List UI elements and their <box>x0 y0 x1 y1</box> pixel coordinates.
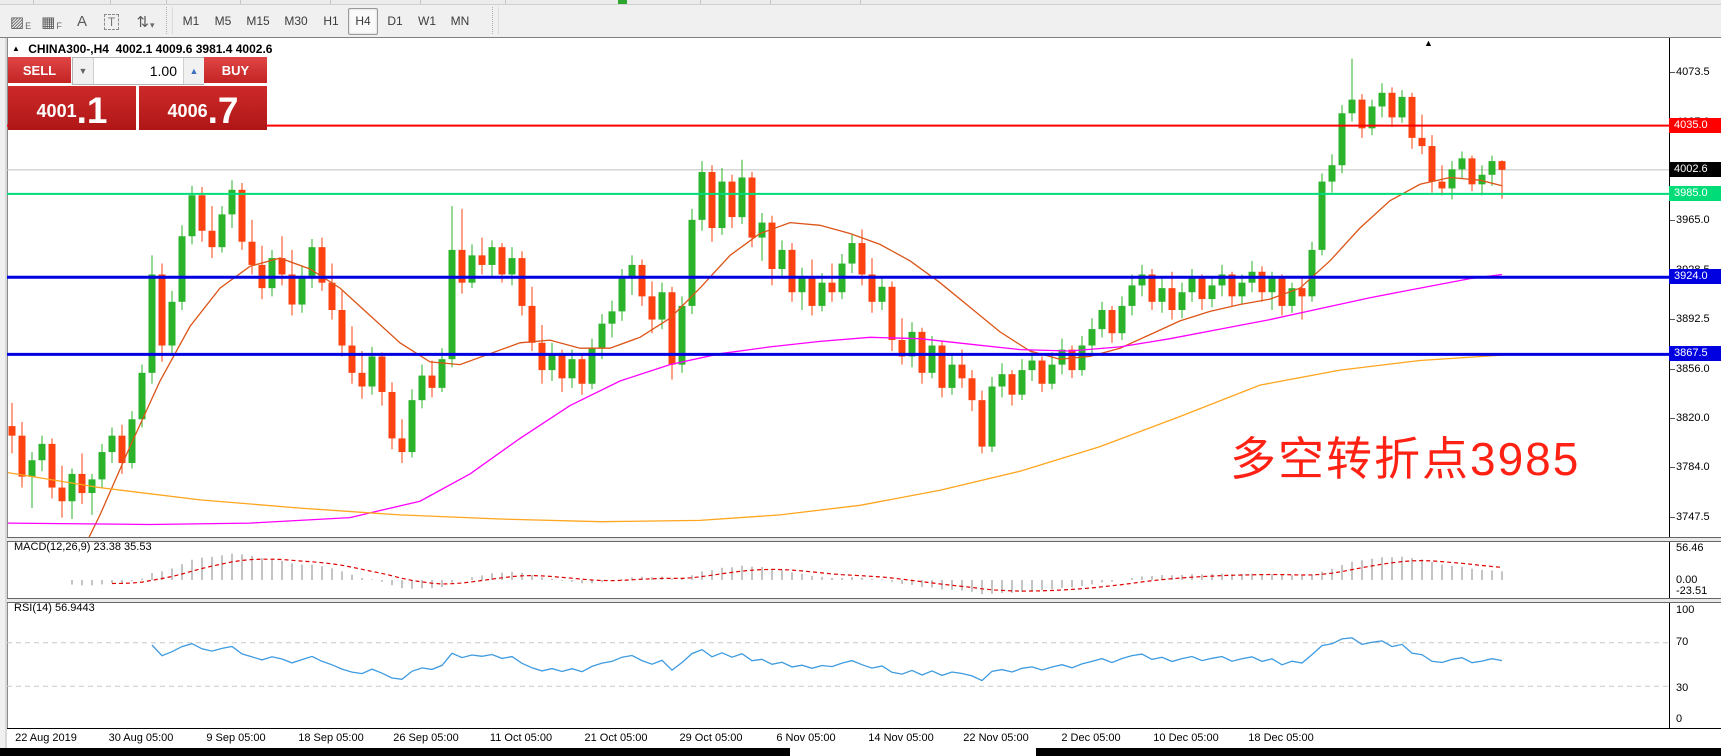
bid-price-panel[interactable]: 4001 .1 <box>8 86 136 130</box>
date-label: 11 Oct 05:00 <box>466 732 576 744</box>
symbol-header: ▲ CHINA300-,H4 4002.1 4009.6 3981.4 4002… <box>12 42 272 56</box>
ask-price-main: 4006 <box>168 96 208 130</box>
text-label-icon[interactable]: A <box>69 8 95 35</box>
bid-price-main: 4001 <box>37 96 77 130</box>
date-label: 9 Sep 05:00 <box>181 732 291 744</box>
timeframe-button-mn[interactable]: MN <box>444 8 476 35</box>
macd-label: MACD(12,26,9) 23.38 35.53 <box>14 541 152 553</box>
grid-icon[interactable]: ▦F <box>37 8 66 35</box>
timeframe-button-h1[interactable]: H1 <box>316 8 346 35</box>
date-label: 6 Nov 05:00 <box>751 732 861 744</box>
symbol-ohlc-values: 4002.1 4009.6 3981.4 4002.6 <box>116 42 273 56</box>
panel-separator-rsi[interactable] <box>7 598 1721 603</box>
indicators-glyph: ▨ <box>10 13 24 31</box>
indicator-scale-70: 70 <box>1676 636 1688 648</box>
timeframe-button-d1[interactable]: D1 <box>380 8 410 35</box>
symbol-name: CHINA300-,H4 <box>28 42 109 56</box>
volume-increase-button[interactable]: ▲ <box>183 58 204 84</box>
timeframe-button-w1[interactable]: W1 <box>412 8 442 35</box>
chart-canvas[interactable] <box>7 38 1669 728</box>
price-badge-3985.0: 3985.0 <box>1669 186 1721 201</box>
indicator-scale-56.46: 56.46 <box>1676 542 1704 554</box>
date-label: 21 Oct 05:00 <box>561 732 671 744</box>
indicators-icon[interactable]: ▨E <box>6 8 35 35</box>
toolbar-separator <box>492 7 499 34</box>
price-tick-3784.0: 3784.0 <box>1676 461 1710 473</box>
collapse-arrow-icon[interactable]: ▲ <box>12 44 20 53</box>
ask-price-panel[interactable]: 4006 .7 <box>139 86 267 130</box>
grid-glyph: ▦ <box>41 13 55 31</box>
price-scale-border <box>1669 38 1670 748</box>
price-tick-3856.0: 3856.0 <box>1676 363 1710 375</box>
chart-shift-marker-icon[interactable]: ▲ <box>1424 38 1433 48</box>
date-label: 29 Oct 05:00 <box>656 732 766 744</box>
price-tick-4073.5: 4073.5 <box>1676 66 1710 78</box>
price-badge-3867.5: 3867.5 <box>1669 346 1721 361</box>
sell-button[interactable]: SELL <box>8 57 71 85</box>
date-label: 10 Dec 05:00 <box>1131 732 1241 744</box>
chart-annotation-text: 多空转折点3985 <box>1230 423 1580 489</box>
date-label: 14 Nov 05:00 <box>846 732 956 744</box>
price-tick-3747.5: 3747.5 <box>1676 511 1710 523</box>
date-label: 26 Sep 05:00 <box>371 732 481 744</box>
indicator-scale-0: 0 <box>1676 713 1682 725</box>
volume-spinbox: ▼ ▲ <box>72 57 205 85</box>
chevron-down-icon: ▾ <box>150 20 155 31</box>
status-green-indicator <box>618 0 627 4</box>
date-label: 22 Nov 05:00 <box>941 732 1051 744</box>
rsi-label: RSI(14) 56.9443 <box>14 602 95 614</box>
price-tick-3892.5: 3892.5 <box>1676 313 1710 325</box>
panel-separator-macd[interactable] <box>7 537 1721 542</box>
timeframe-button-m1[interactable]: M1 <box>176 8 206 35</box>
one-click-trading-widget: SELL ▼ ▲ BUY 4001 .1 4006 .7 <box>8 57 267 130</box>
date-label: 2 Dec 05:00 <box>1036 732 1146 744</box>
buy-button[interactable]: BUY <box>204 57 267 85</box>
ask-price-pip: .7 <box>208 92 239 130</box>
clipped-taskbar <box>0 748 1721 756</box>
chart-toolbar: ▨E ▦F A T ⇅▾ M1M5M15M30H1H4D1W1MN <box>0 5 1721 38</box>
toolbar-separator <box>166 7 173 34</box>
indicator-scale-30: 30 <box>1676 682 1688 694</box>
indicator-scale--23.51: -23.51 <box>1676 585 1707 597</box>
date-label: 30 Aug 05:00 <box>86 732 196 744</box>
price-tick-3820.0: 3820.0 <box>1676 412 1710 424</box>
price-badge-4035.0: 4035.0 <box>1669 118 1721 133</box>
volume-input[interactable] <box>94 58 183 84</box>
timeframe-button-m30[interactable]: M30 <box>278 8 314 35</box>
volume-decrease-button[interactable]: ▼ <box>73 58 94 84</box>
text-box-icon[interactable]: T <box>97 8 126 35</box>
timeframe-button-m15[interactable]: M15 <box>240 8 276 35</box>
timeframe-button-m5[interactable]: M5 <box>208 8 238 35</box>
price-tick-3965.0: 3965.0 <box>1676 214 1710 226</box>
cycle-symbols-icon[interactable]: ⇅▾ <box>128 8 163 35</box>
timeframe-button-h4[interactable]: H4 <box>348 8 378 35</box>
bid-price-pip: .1 <box>77 92 108 130</box>
indicator-scale-100: 100 <box>1676 604 1694 616</box>
price-badge-4002.6: 4002.6 <box>1669 162 1721 177</box>
date-label: 18 Sep 05:00 <box>276 732 386 744</box>
price-badge-3924.0: 3924.0 <box>1669 269 1721 284</box>
date-label: 18 Dec 05:00 <box>1226 732 1336 744</box>
